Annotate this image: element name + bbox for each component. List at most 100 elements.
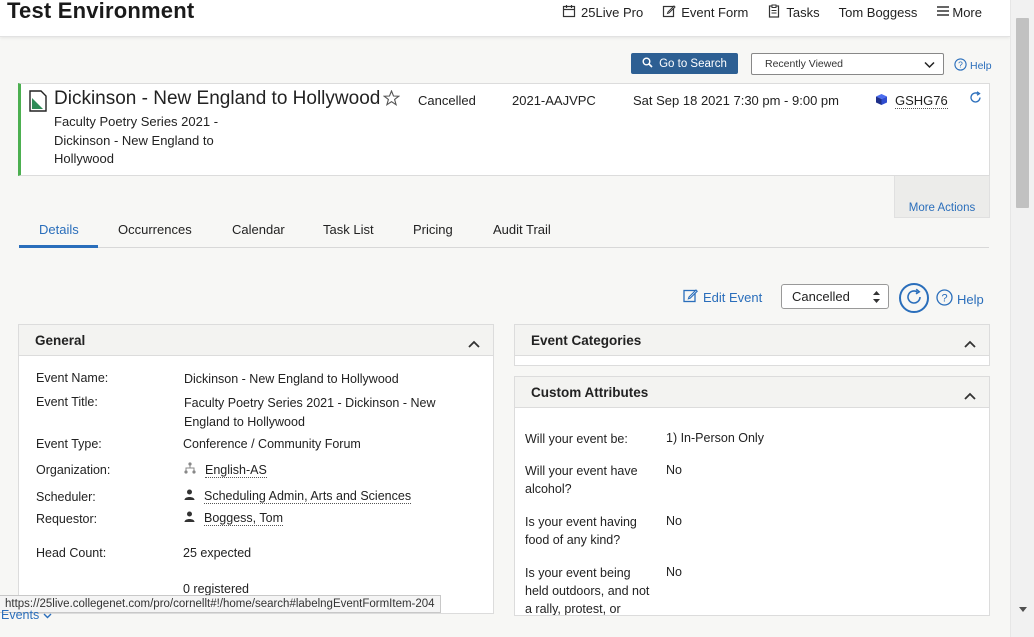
scheduler-value: Scheduling Admin, Arts and Sciences — [184, 487, 474, 506]
attribute-value: No — [666, 514, 682, 528]
custom-attributes-panel: Custom Attributes Will your event be: 1)… — [514, 376, 990, 616]
environment-title: Test Environment — [7, 0, 195, 23]
event-header-card: Dickinson - New England to Hollywood Can… — [18, 83, 990, 176]
organization-value: English-AS — [184, 461, 474, 480]
event-title-value: Faculty Poetry Series 2021 - Dickinson -… — [184, 396, 436, 429]
help-top-label: Help — [970, 60, 992, 72]
nav-tasks-label: Tasks — [786, 5, 820, 20]
attribute-label: Will your event be: — [525, 432, 628, 446]
head-count-label: Head Count: — [36, 546, 107, 560]
help-circle-icon: ? — [936, 289, 953, 309]
event-categories-panel: Event Categories — [514, 324, 990, 366]
requestor-link[interactable]: Boggess, Tom — [204, 511, 283, 526]
nav-event-form[interactable]: Event Form — [662, 4, 748, 21]
attribute-label: Will your event have alcohol? — [525, 464, 638, 496]
event-state-value: Cancelled — [792, 289, 850, 304]
events-label: Events — [1, 608, 40, 622]
nav-25live-pro-label: 25Live Pro — [581, 5, 644, 20]
event-subtitle: Faculty Poetry Series 2021 - Dickinson -… — [54, 114, 219, 166]
scroll-thumb[interactable] — [1016, 18, 1029, 208]
event-categories-title: Event Categories — [531, 332, 642, 348]
event-tabs: Details Occurrences Calendar Task List P… — [19, 217, 989, 248]
hamburger-icon — [936, 4, 950, 21]
tab-task-list[interactable]: Task List — [323, 222, 374, 237]
tab-details[interactable]: Details — [39, 222, 79, 237]
user-icon — [184, 487, 195, 506]
scroll-down-arrow-icon[interactable] — [1019, 607, 1027, 612]
edit-icon — [683, 288, 698, 306]
attribute-label: Is your event being held outdoors, and n… — [525, 566, 650, 616]
chevron-down-icon — [924, 60, 935, 72]
requestor-value: Boggess, Tom — [184, 509, 474, 528]
events-menu-link[interactable]: Events — [1, 608, 52, 622]
select-updown-icon — [872, 289, 881, 308]
help-link-top[interactable]: ? Help — [954, 58, 992, 74]
more-actions-button[interactable]: More Actions — [894, 176, 990, 218]
event-type-value: Conference / Community Forum — [183, 437, 361, 451]
tab-occurrences[interactable]: Occurrences — [118, 222, 192, 237]
event-reference: 2021-AAJVPC — [512, 93, 596, 108]
nav-tasks[interactable]: Tasks — [767, 4, 820, 21]
search-icon — [642, 57, 653, 71]
organization-label: Organization: — [36, 463, 111, 477]
location-cube-icon — [875, 93, 888, 109]
nav-user-menu[interactable]: Tom Boggess — [839, 5, 918, 20]
event-name-label: Event Name: — [36, 371, 109, 385]
refresh-button[interactable] — [899, 283, 929, 313]
scheduler-link[interactable]: Scheduling Admin, Arts and Sciences — [204, 489, 412, 504]
edit-event-button[interactable]: Edit Event — [683, 288, 762, 306]
organization-link[interactable]: English-AS — [205, 463, 267, 478]
general-panel-header[interactable]: General — [19, 325, 493, 356]
custom-attributes-title: Custom Attributes — [531, 384, 649, 400]
calendar-icon — [562, 4, 576, 21]
chevron-up-icon[interactable] — [964, 388, 976, 403]
tab-calendar[interactable]: Calendar — [232, 222, 285, 237]
svg-text:?: ? — [941, 293, 947, 305]
go-to-search-label: Go to Search — [659, 57, 727, 70]
link-status-bar: https://25live.collegenet.com/pro/cornel… — [0, 595, 441, 613]
chevron-down-icon — [43, 608, 52, 622]
attribute-value: No — [666, 565, 682, 579]
tab-pricing[interactable]: Pricing — [413, 222, 453, 237]
user-name: Tom Boggess — [838, 5, 918, 20]
event-state-select[interactable]: Cancelled — [781, 284, 889, 309]
event-categories-header[interactable]: Event Categories — [515, 325, 989, 356]
location-code-link[interactable]: GSHG76 — [895, 93, 948, 109]
go-to-search-button[interactable]: Go to Search — [631, 53, 738, 74]
requestor-label: Requestor: — [36, 512, 98, 526]
edit-icon — [662, 4, 676, 21]
active-tab-indicator — [19, 245, 98, 248]
help-label: Help — [957, 291, 984, 307]
help-link[interactable]: ? Help — [936, 289, 984, 309]
top-bar: Test Environment 25Live Pro Event Form T… — [0, 0, 1010, 37]
vertical-scrollbar[interactable] — [1010, 0, 1034, 637]
nav-event-form-label: Event Form — [681, 5, 749, 20]
tab-audit-trail[interactable]: Audit Trail — [493, 222, 551, 237]
top-nav: 25Live Pro Event Form Tasks Tom Boggess … — [543, 4, 982, 21]
chevron-up-icon[interactable] — [468, 336, 480, 351]
event-status: Cancelled — [418, 93, 476, 108]
chevron-up-icon[interactable] — [964, 336, 976, 351]
organization-icon — [184, 461, 196, 480]
event-document-icon — [29, 90, 47, 115]
attribute-value: No — [666, 463, 682, 477]
user-icon — [184, 509, 195, 528]
event-name-value: Dickinson - New England to Hollywood — [184, 372, 399, 386]
event-type-label: Event Type: — [36, 437, 102, 451]
nav-more[interactable]: More — [936, 4, 982, 21]
custom-attributes-header[interactable]: Custom Attributes — [515, 377, 989, 408]
attribute-label: Is your event having food of any kind? — [525, 515, 637, 547]
general-panel: General Event Name: Dickinson - New Engl… — [18, 324, 494, 614]
nav-25live-pro[interactable]: 25Live Pro — [562, 4, 643, 21]
event-title-label: Event Title: — [36, 395, 98, 409]
recently-viewed-select[interactable]: Recently Viewed — [751, 53, 944, 75]
star-icon[interactable] — [382, 89, 401, 109]
scheduler-label: Scheduler: — [36, 490, 96, 504]
svg-text:?: ? — [958, 60, 963, 70]
clipboard-icon — [767, 4, 781, 21]
help-circle-icon: ? — [954, 58, 967, 74]
refresh-icon — [905, 288, 923, 309]
refresh-icon[interactable] — [969, 91, 982, 107]
recently-viewed-value: Recently Viewed — [765, 58, 844, 70]
nav-more-label: More — [952, 5, 982, 20]
